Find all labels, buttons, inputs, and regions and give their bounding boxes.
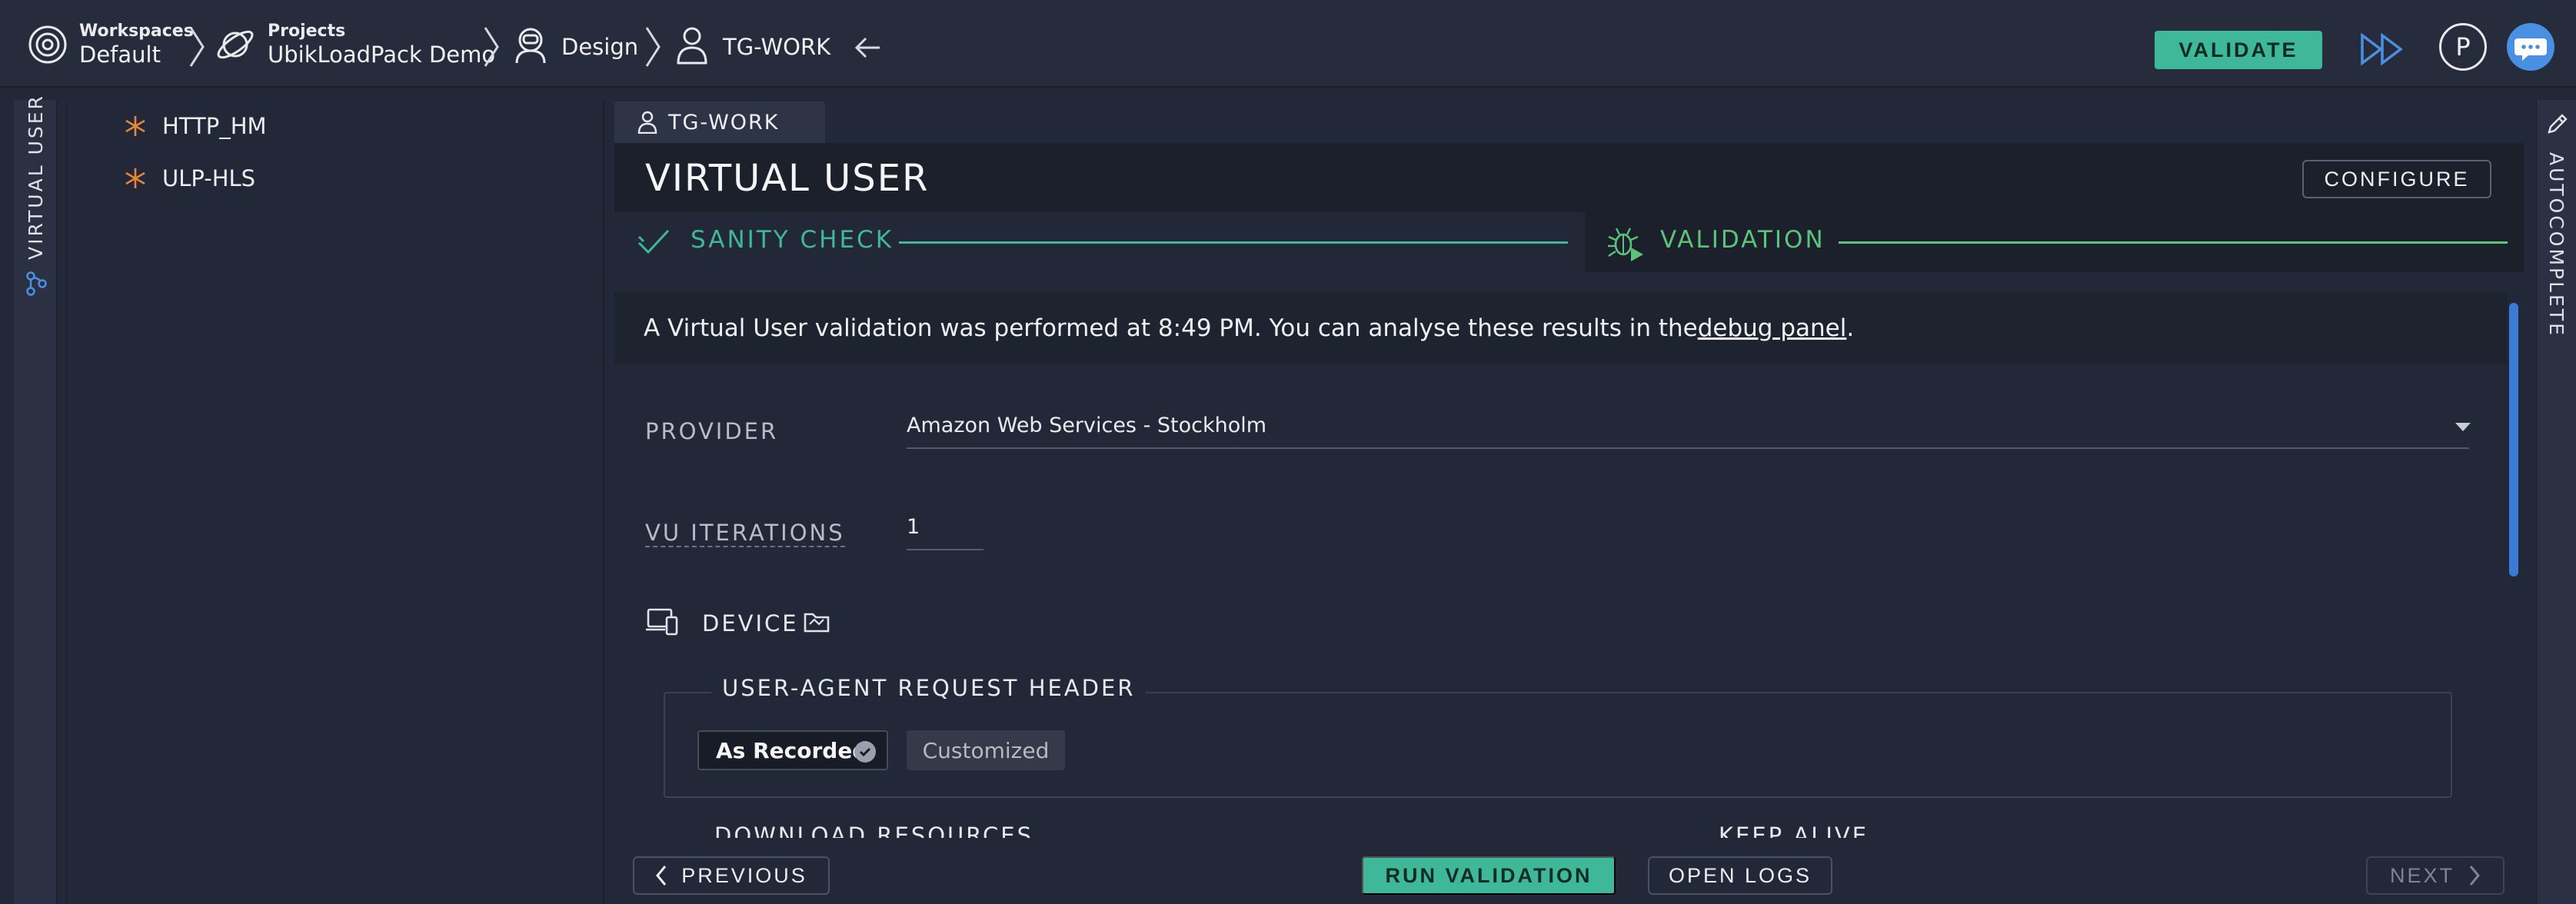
design-icon[interactable] [509, 23, 555, 69]
notice-text: A Virtual User validation was performed … [644, 314, 1698, 342]
project-name[interactable]: UbikLoadPack Demo [268, 42, 495, 68]
tab-tg-work[interactable]: TG-WORK [614, 101, 825, 143]
pen-icon[interactable] [2546, 112, 2569, 135]
tree-icon[interactable] [25, 271, 48, 297]
open-logs-button[interactable]: OPEN LOGS [1648, 856, 1832, 895]
user-icon[interactable] [671, 23, 717, 69]
check-icon [637, 228, 670, 257]
user-icon [637, 111, 657, 134]
workspaces-label: Workspaces [79, 22, 194, 41]
chevron-right-icon [643, 25, 663, 69]
step-validation[interactable]: VALIDATION [1660, 226, 1825, 254]
device-label: DEVICE [702, 610, 799, 636]
chat-icon[interactable] [2507, 23, 2554, 71]
workspace-icon[interactable] [26, 23, 72, 69]
check-icon [854, 741, 876, 763]
tree-item-label: ULP-HLS [162, 165, 256, 191]
page-title: VIRTUAL USER [645, 157, 930, 200]
tree-item[interactable]: HTTP_HM [124, 111, 267, 141]
provider-select[interactable]: Amazon Web Services - Stockholm [907, 414, 1266, 437]
stepper: SANITY CHECK VALIDATION [614, 212, 2524, 272]
wizard-footer: PREVIOUS RUN VALIDATION OPEN LOGS NEXT [613, 846, 2525, 904]
run-validation-button[interactable]: RUN VALIDATION [1362, 856, 1616, 895]
right-rail: AUTOCOMPLETE [2536, 100, 2576, 904]
chevron-right-icon [187, 25, 207, 69]
step-line [1839, 241, 2508, 244]
design-label[interactable]: Design [561, 34, 638, 60]
tree-panel: HTTP_HM ULP-HLS [66, 100, 604, 904]
folder-icon[interactable] [804, 610, 830, 633]
vu-iterations-label: VU ITERATIONS [645, 520, 845, 547]
previous-label: PREVIOUS [681, 863, 807, 887]
scrollbar[interactable] [2509, 303, 2518, 577]
keep-alive-label: KEEP ALIVE [1719, 823, 1869, 838]
profile-avatar[interactable]: P [2439, 23, 2487, 71]
workspace-name[interactable]: Default [79, 42, 161, 68]
title-band: VIRTUAL USER CONFIGURE [614, 143, 2524, 212]
chevron-down-icon[interactable] [2455, 423, 2471, 431]
configure-button[interactable]: CONFIGURE [2302, 160, 2491, 198]
chevron-left-icon [655, 865, 667, 886]
provider-label: PROVIDER [645, 418, 779, 444]
user-agent-label: USER-AGENT REQUEST HEADER [711, 675, 1147, 701]
vu-iterations-input[interactable]: 1 [907, 515, 920, 539]
user-label[interactable]: TG-WORK [723, 34, 830, 60]
project-icon[interactable] [214, 23, 260, 69]
autocomplete-rail-tab[interactable]: AUTOCOMPLETE [2545, 152, 2568, 337]
customized-option[interactable]: Customized [907, 730, 1065, 770]
virtual-user-rail-tab[interactable]: VIRTUAL USER [25, 94, 47, 260]
fast-forward-icon[interactable] [2359, 31, 2405, 68]
debug-panel-link[interactable]: debug panel [1698, 314, 1847, 342]
provider-underline [907, 447, 2469, 449]
tab-label: TG-WORK [668, 110, 780, 135]
previous-button[interactable]: PREVIOUS [633, 856, 830, 895]
as-recorded-option[interactable]: As Recorded [697, 730, 888, 770]
star-icon [124, 115, 147, 138]
left-rail: VIRTUAL USER [14, 94, 57, 904]
step-line [899, 241, 1568, 244]
validate-button[interactable]: VALIDATE [2155, 31, 2322, 69]
download-resources-label: DOWNLOAD RESOURCES [714, 823, 1033, 838]
device-icon [645, 607, 679, 636]
next-label: NEXT [2389, 863, 2455, 887]
chevron-right-icon [2468, 865, 2481, 886]
star-icon [124, 167, 147, 190]
option-label: As Recorded [716, 737, 868, 763]
bug-icon [1606, 224, 1646, 261]
tree-item[interactable]: ULP-HLS [124, 163, 255, 194]
projects-label: Projects [268, 22, 346, 41]
step-sanity-check[interactable]: SANITY CHECK [691, 226, 894, 254]
validation-notice: A Virtual User validation was performed … [614, 292, 2508, 364]
tree-item-label: HTTP_HM [162, 113, 267, 139]
main-panel: TG-WORK VIRTUAL USER CONFIGURE SANITY CH… [613, 100, 2525, 904]
vu-iterations-underline [907, 549, 983, 550]
next-button[interactable]: NEXT [2366, 856, 2504, 895]
back-arrow-icon[interactable] [854, 34, 883, 61]
top-bar: Workspaces Default Projects UbikLoadPack… [0, 0, 2576, 88]
chevron-right-icon [481, 25, 501, 69]
notice-end: . [1846, 314, 1855, 342]
